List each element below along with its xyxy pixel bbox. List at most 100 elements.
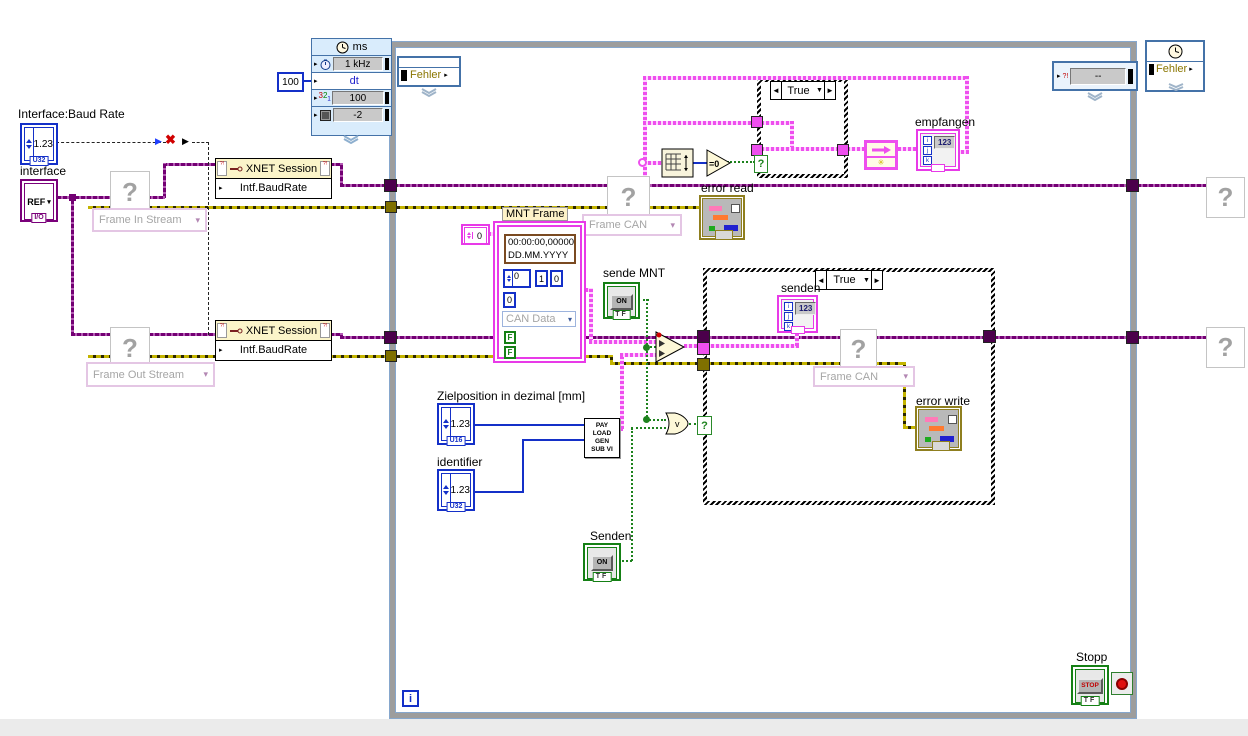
frame-out-stream-dropdown[interactable]: Frame Out Stream ▾ <box>86 362 215 387</box>
config-row-source[interactable]: ▸ 1 kHz <box>312 56 391 73</box>
error-read-indicator[interactable] <box>699 195 745 240</box>
tunnel-error[interactable] <box>697 358 710 371</box>
config-row-period[interactable]: ▸ 321 100 <box>312 90 391 107</box>
increment-decrement-icon[interactable] <box>505 271 513 286</box>
timed-loop-right-node[interactable]: ▸ ?! -- <box>1052 61 1138 91</box>
frame-can-read-dropdown[interactable]: Frame CAN ▾ <box>582 214 682 236</box>
page-icon: ?! <box>217 161 227 176</box>
sende-mnt-control[interactable]: ON TF <box>603 282 640 320</box>
array-dims[interactable]: i j k <box>923 136 932 165</box>
timestamp-control[interactable]: 00:00:00,00000 DD.MM.YYYY <box>504 234 576 264</box>
mnt-frame-cluster[interactable]: 00:00:00,00000 DD.MM.YYYY 0 1 0 0 CAN Da… <box>493 221 586 363</box>
case-next-icon[interactable]: ► <box>824 82 835 99</box>
tunnel-session[interactable] <box>384 331 397 344</box>
case-selector-right-value[interactable]: True <box>827 274 862 286</box>
config-period-value[interactable]: 100 <box>331 91 384 105</box>
xnet-property-row[interactable]: ▸ Intf.BaudRate <box>216 179 331 197</box>
cluster-index-numeric[interactable]: 0 <box>461 224 490 245</box>
wire-frame <box>790 121 794 149</box>
iteration-terminal[interactable]: i <box>402 690 419 707</box>
select-function[interactable] <box>655 331 686 363</box>
zielposition-control[interactable]: 1.23 U16 <box>437 403 475 446</box>
chevron-down-icon[interactable]: ▾ <box>47 198 51 206</box>
timed-loop-error-out-node[interactable]: Fehler ▸ <box>1145 40 1205 92</box>
missing-vi-right-bottom[interactable]: ? <box>1206 327 1245 368</box>
payload-gen-subvi[interactable]: PAY LOAD GEN SUB VI <box>584 418 620 458</box>
arrow-right-icon: ▸ <box>314 61 318 68</box>
error-write-indicator[interactable] <box>915 406 962 451</box>
tunnel-error[interactable] <box>385 201 397 213</box>
cluster-numeric-a[interactable]: 1 <box>535 270 548 287</box>
stopp-control[interactable]: STOP TF <box>1071 665 1109 706</box>
xnet-property-row[interactable]: ▸ Intf.BaudRate <box>216 341 331 359</box>
frame-in-stream-dropdown[interactable]: Frame In Stream ▾ <box>92 208 207 232</box>
senden-button[interactable]: ON <box>590 555 614 571</box>
empfangen-indicator[interactable]: i j k 123 <box>916 129 960 172</box>
collapse-chevron-icon[interactable] <box>1167 83 1185 91</box>
cluster-numeric-c[interactable]: 0 <box>503 292 516 308</box>
frame-convert-function[interactable]: ✳ <box>864 140 898 170</box>
collapse-chevron-icon[interactable] <box>342 135 360 145</box>
increment-decrement-icon[interactable] <box>465 232 473 239</box>
cluster-bool-1[interactable]: F <box>504 331 516 344</box>
timed-loop-error-in-node[interactable]: Fehler ▸ <box>397 56 461 87</box>
tunnel-session[interactable] <box>1126 331 1139 344</box>
collapse-chevron-icon[interactable] <box>1086 92 1104 102</box>
xnet-property-node-2[interactable]: ?! XNET Session ?! ▸ Intf.BaudRate <box>215 320 332 361</box>
tunnel-frame[interactable] <box>751 116 763 128</box>
missing-vi-right-top[interactable]: ? <box>1206 177 1245 218</box>
equals-zero-function[interactable]: =0 <box>706 149 732 177</box>
missing-vi-frame-can-read[interactable]: ? <box>607 176 650 219</box>
labview-block-diagram: ▶ ✖ ▶ Interface:Baud Rate 1.23 U32 inter… <box>0 0 1248 736</box>
empfangen-value[interactable]: 123 <box>934 136 956 149</box>
can-data-dropdown[interactable]: CAN Data ▾ <box>502 311 576 327</box>
tunnel-session[interactable] <box>983 330 996 343</box>
case-prev-icon[interactable]: ◄ <box>771 82 782 99</box>
loop-stop-terminal[interactable] <box>1111 672 1133 695</box>
stopp-button[interactable]: STOP <box>1077 678 1103 694</box>
cluster-index-value[interactable]: 0 <box>473 231 486 241</box>
tunnel-frame[interactable] <box>697 342 710 355</box>
config-dt-label[interactable]: dt <box>320 75 389 87</box>
dt-constant[interactable]: 100 <box>277 72 304 92</box>
interface-ref-value[interactable]: REF <box>27 197 45 207</box>
collapse-chevron-icon[interactable] <box>420 88 438 98</box>
case-next-icon[interactable]: ► <box>871 271 882 289</box>
case-selector-terminal-top[interactable]: ? <box>754 155 768 173</box>
tunnel-error[interactable] <box>385 350 397 362</box>
interface-ref-control[interactable]: REF ▾ I/O <box>20 179 58 223</box>
case-selector-right[interactable]: ◄ True ▼ ► <box>815 270 883 290</box>
config-row-processor[interactable]: ▸ -2 <box>312 107 391 123</box>
config-row-dt[interactable]: ▸ dt <box>312 73 391 90</box>
config-source-value[interactable]: 1 kHz <box>332 57 383 71</box>
case-selector-top[interactable]: ◄ True ▼ ► <box>770 81 836 100</box>
sende-mnt-button[interactable]: ON <box>610 293 633 310</box>
array-size-function[interactable] <box>661 148 694 178</box>
senden-indicator[interactable]: i j k 123 <box>777 295 818 334</box>
cluster-numeric-spin[interactable]: 0 <box>503 269 531 288</box>
right-node-value[interactable]: -- <box>1070 67 1126 85</box>
tunnel-session[interactable] <box>384 179 397 192</box>
missing-vi-frame-can-write[interactable]: ? <box>840 329 877 369</box>
chevron-down-icon[interactable]: ▼ <box>862 277 871 284</box>
tunnel-session[interactable] <box>1126 179 1139 192</box>
cluster-bool-2[interactable]: F <box>504 346 516 359</box>
senden-indicator-value[interactable]: 123 <box>795 302 817 315</box>
cluster-numeric-b[interactable]: 0 <box>550 270 563 287</box>
clock-icon <box>336 41 349 53</box>
xnet-property-node-1[interactable]: ?! XNET Session ?! ▸ Intf.BaudRate <box>215 158 332 199</box>
tunnel-frame[interactable] <box>837 144 849 156</box>
wire-junction <box>69 194 76 201</box>
wire-numeric <box>474 424 585 426</box>
identifier-control[interactable]: 1.23 U32 <box>437 469 475 512</box>
timed-loop-config-node[interactable]: ms ▸ 1 kHz ▸ dt ▸ 321 100 ▸ -2 <box>311 38 392 145</box>
broken-wire-icon[interactable]: ✖ <box>165 132 176 148</box>
frame-can-write-dropdown[interactable]: Frame CAN ▾ <box>813 366 915 387</box>
case-selector-terminal-right[interactable]: ? <box>697 416 712 435</box>
baud-rate-control[interactable]: 1.23 U32 <box>20 123 58 166</box>
or-function[interactable]: v <box>665 412 691 435</box>
case-selector-top-value[interactable]: True <box>782 85 815 97</box>
senden-control[interactable]: ON TF <box>583 543 621 582</box>
chevron-down-icon[interactable]: ▼ <box>815 87 824 94</box>
config-processor-value[interactable]: -2 <box>332 108 383 122</box>
